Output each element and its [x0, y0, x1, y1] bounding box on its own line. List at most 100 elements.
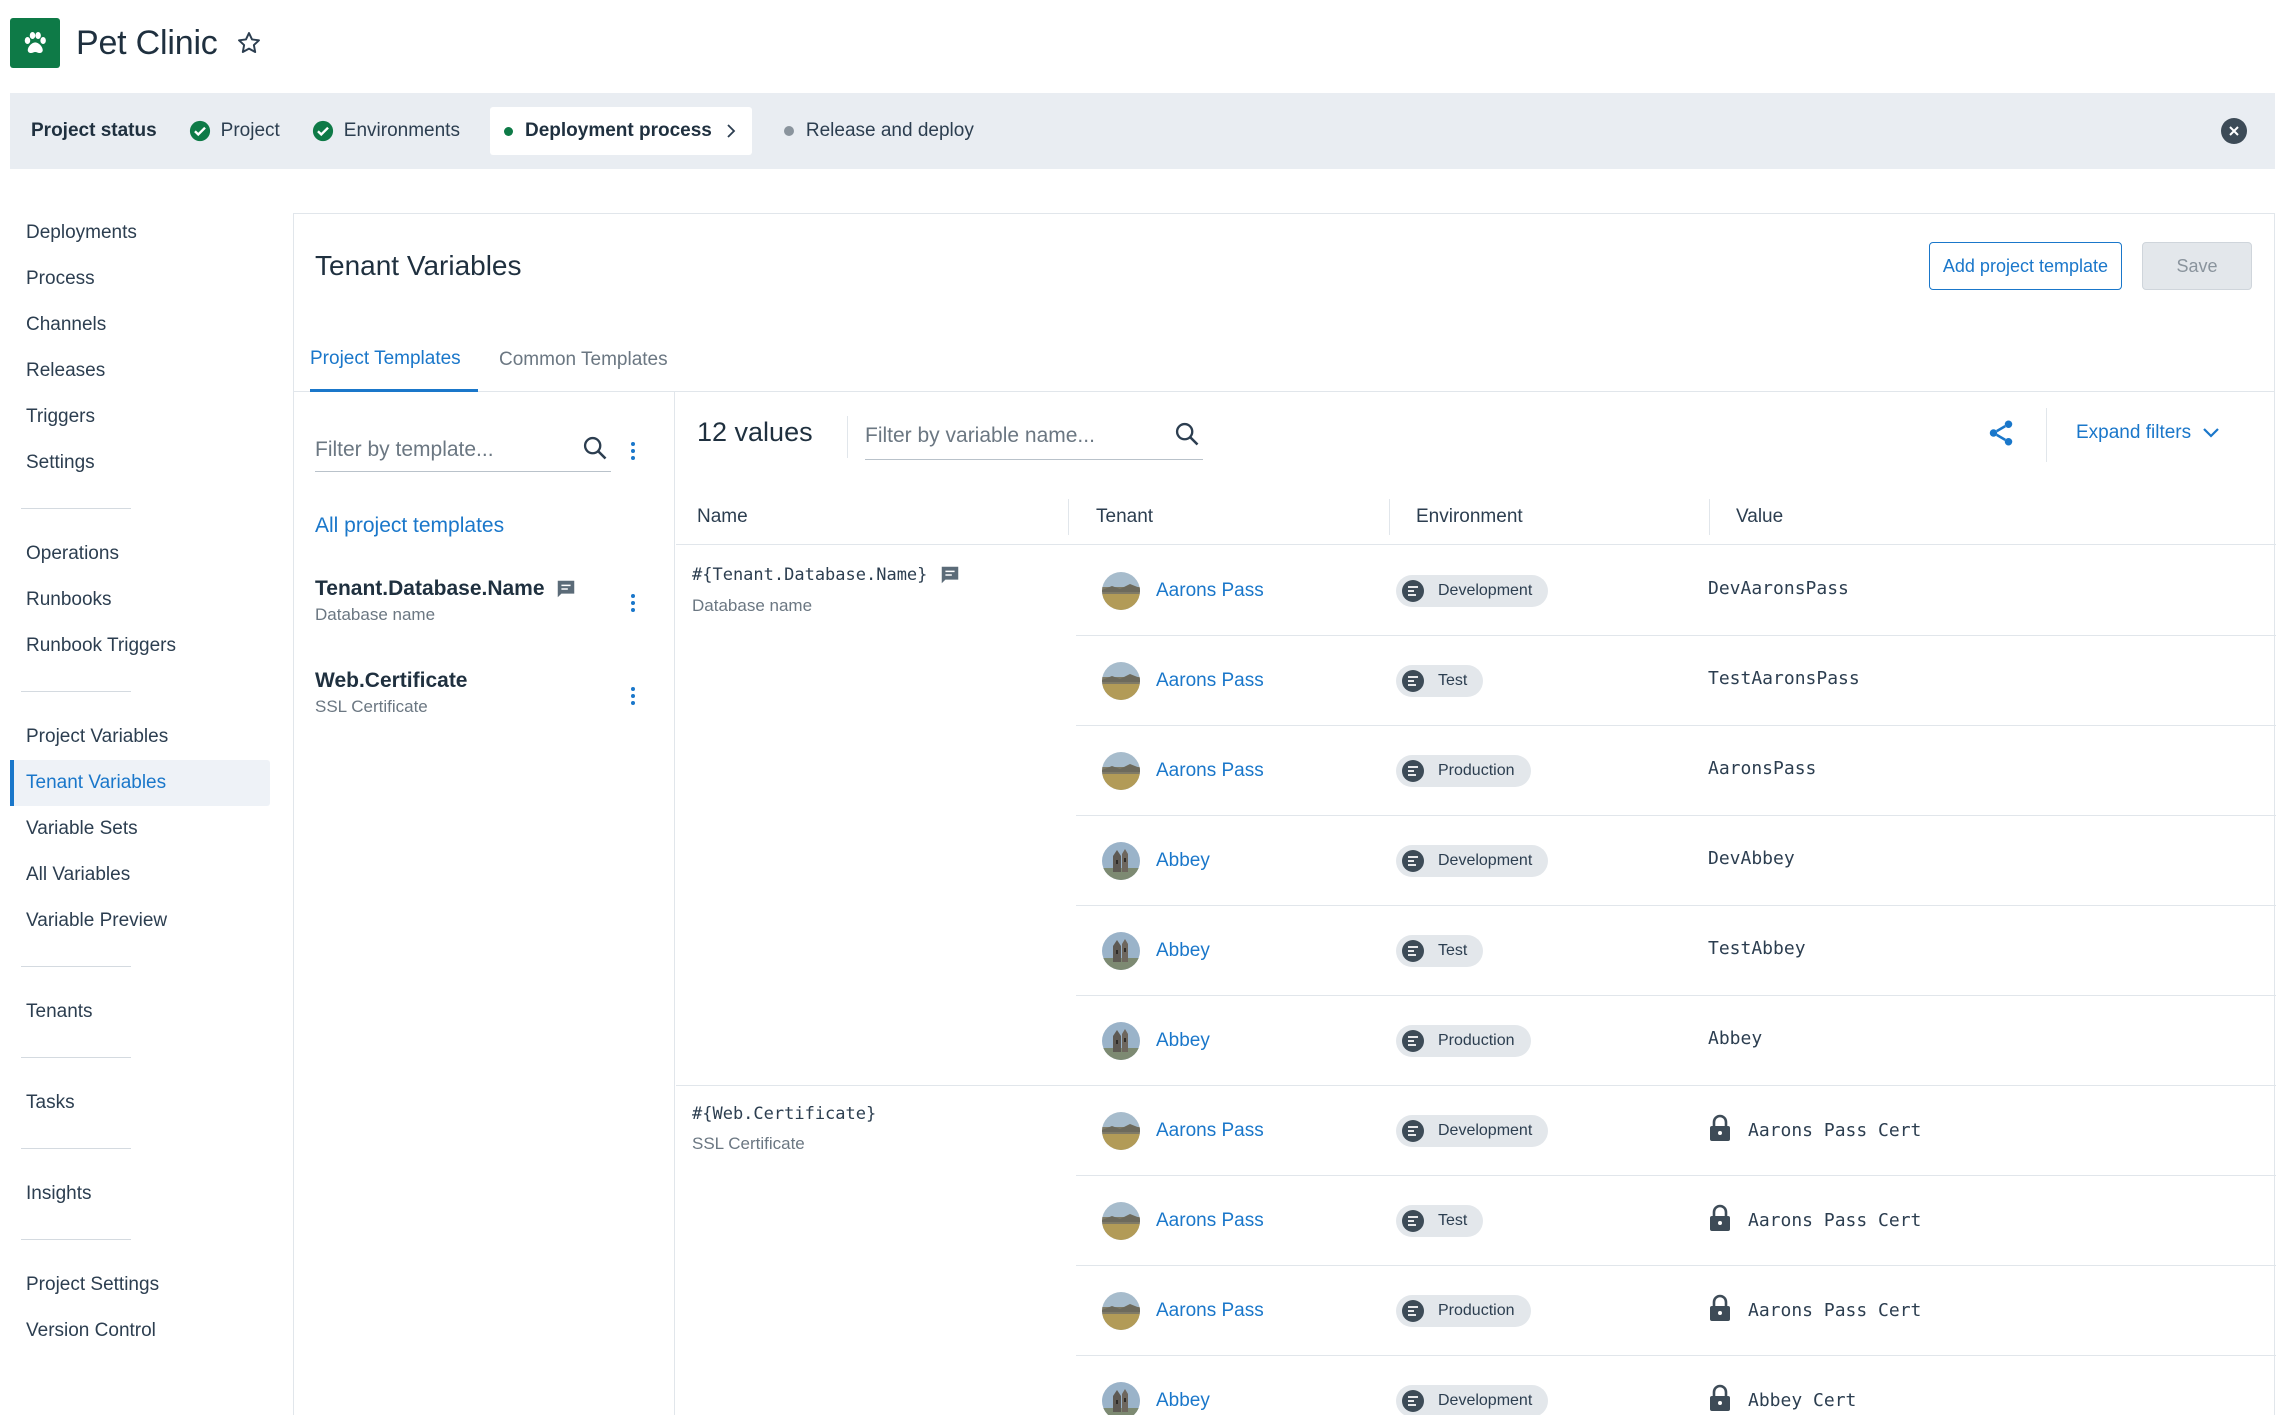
- sidebar-item-triggers[interactable]: Triggers: [10, 394, 270, 440]
- value-cell[interactable]: Aarons Pass Cert: [1708, 1114, 1922, 1142]
- divider: [21, 691, 131, 692]
- template-item-web-certificate[interactable]: Web.Certificate SSL Certificate: [315, 669, 468, 717]
- environment-name: Development: [1438, 852, 1533, 869]
- environment-name: Development: [1438, 582, 1533, 599]
- close-icon[interactable]: [2221, 118, 2247, 144]
- column-header-tenant[interactable]: Tenant: [1096, 489, 1153, 545]
- environment-chip[interactable]: Development: [1396, 575, 1549, 607]
- status-step-release-and-deploy[interactable]: Release and deploy: [783, 120, 974, 142]
- status-step-project[interactable]: Project: [189, 120, 280, 142]
- tenant-link[interactable]: Abbey: [1102, 1382, 1210, 1415]
- sidebar-item-variable-preview[interactable]: Variable Preview: [10, 898, 270, 944]
- sidebar-item-runbook-triggers[interactable]: Runbook Triggers: [10, 623, 270, 669]
- tenant-avatar: [1102, 1292, 1140, 1330]
- more-options-icon[interactable]: [627, 440, 639, 461]
- value-cell[interactable]: Abbey: [1708, 1028, 1762, 1049]
- value-cell[interactable]: DevAbbey: [1708, 848, 1795, 869]
- sidebar-item-project-settings[interactable]: Project Settings: [10, 1262, 270, 1308]
- environment-chip[interactable]: Production: [1396, 755, 1531, 787]
- column-header-value[interactable]: Value: [1736, 489, 1783, 545]
- all-project-templates-link[interactable]: All project templates: [315, 514, 504, 538]
- tenant-link[interactable]: Aarons Pass: [1102, 572, 1264, 610]
- variable-value: Aarons Pass Cert: [1748, 1119, 1922, 1141]
- divider: [21, 1148, 131, 1149]
- expand-filters-button[interactable]: Expand filters: [2076, 422, 2221, 444]
- share-icon[interactable]: [1986, 418, 2016, 453]
- sidebar-item-all-variables[interactable]: All Variables: [10, 852, 270, 898]
- tenant-link[interactable]: Abbey: [1102, 1022, 1210, 1060]
- tenant-link[interactable]: Aarons Pass: [1102, 662, 1264, 700]
- environment-chip[interactable]: Test: [1396, 935, 1484, 967]
- template-item-tenant-database-name[interactable]: Tenant.Database.Name Database name: [315, 577, 577, 625]
- tenant-avatar: [1102, 1202, 1140, 1240]
- value-cell[interactable]: TestAbbey: [1708, 938, 1806, 959]
- search-icon[interactable]: [1173, 420, 1201, 453]
- value-cell[interactable]: Aarons Pass Cert: [1708, 1204, 1921, 1232]
- save-button[interactable]: Save: [2142, 242, 2252, 290]
- sidebar-item-releases[interactable]: Releases: [10, 348, 270, 394]
- column-header-name[interactable]: Name: [697, 489, 748, 545]
- sidebar-item-channels[interactable]: Channels: [10, 302, 270, 348]
- sidebar-item-tenant-variables[interactable]: Tenant Variables: [10, 760, 270, 806]
- page-title: Pet Clinic: [76, 23, 218, 62]
- sidebar-item-operations[interactable]: Operations: [10, 531, 270, 577]
- values-count: 12 values: [697, 417, 813, 447]
- environment-chip[interactable]: Test: [1396, 665, 1484, 697]
- star-icon[interactable]: [236, 30, 262, 56]
- value-cell[interactable]: Aarons Pass Cert: [1708, 1294, 1921, 1322]
- tenant-link[interactable]: Abbey: [1102, 842, 1210, 880]
- status-step-environments[interactable]: Environments: [312, 120, 460, 142]
- divider: [1389, 499, 1390, 535]
- tenant-link[interactable]: Abbey: [1102, 932, 1210, 970]
- value-cell[interactable]: AaronsPass: [1708, 758, 1816, 779]
- sidebar-item-runbooks[interactable]: Runbooks: [10, 577, 270, 623]
- sidebar-item-tenants[interactable]: Tenants: [10, 989, 270, 1035]
- tenant-link[interactable]: Aarons Pass: [1102, 1202, 1264, 1240]
- add-project-template-button[interactable]: Add project template: [1928, 242, 2122, 290]
- environment-chip[interactable]: Production: [1396, 1295, 1531, 1327]
- sidebar-item-variable-sets[interactable]: Variable Sets: [10, 806, 270, 852]
- project-status-bar: Project status Project Environments Depl…: [10, 93, 2275, 169]
- search-icon[interactable]: [581, 434, 609, 467]
- environment-chip[interactable]: Test: [1396, 1205, 1484, 1237]
- tenant-link[interactable]: Aarons Pass: [1102, 1292, 1264, 1330]
- environment-chip[interactable]: Production: [1396, 1025, 1531, 1057]
- chevron-down-icon: [2201, 426, 2221, 440]
- template-filter-input[interactable]: [315, 430, 565, 470]
- tenant-name: Abbey: [1156, 850, 1210, 871]
- column-header-environment[interactable]: Environment: [1416, 489, 1523, 545]
- variable-filter-input[interactable]: [865, 414, 1145, 458]
- table-row: Aarons Pass Test Aarons Pass Cert: [1076, 1176, 2276, 1266]
- table-row: Abbey Development DevAbbey: [1076, 816, 2276, 906]
- environment-chip[interactable]: Development: [1396, 845, 1549, 877]
- more-options-icon[interactable]: [627, 685, 639, 706]
- variable-value: AaronsPass: [1708, 758, 1817, 779]
- tab-common-templates[interactable]: Common Templates: [499, 328, 668, 392]
- sidebar-item-project-variables[interactable]: Project Variables: [10, 714, 270, 760]
- variable-value: Abbey: [1708, 1028, 1763, 1049]
- tab-project-templates[interactable]: Project Templates: [310, 328, 478, 392]
- value-cell[interactable]: TestAaronsPass: [1708, 668, 1860, 689]
- sidebar-item-version-control[interactable]: Version Control: [10, 1308, 270, 1354]
- tenant-avatar: [1102, 1022, 1140, 1060]
- comment-icon: [555, 578, 577, 600]
- status-step-deployment-process[interactable]: Deployment process: [489, 107, 752, 155]
- sidebar-item-process[interactable]: Process: [10, 256, 270, 302]
- tenant-link[interactable]: Aarons Pass: [1102, 752, 1264, 790]
- paw-icon[interactable]: [10, 18, 60, 68]
- more-options-icon[interactable]: [627, 592, 639, 613]
- sidebar-item-deployments[interactable]: Deployments: [10, 210, 270, 256]
- environment-chip[interactable]: Development: [1396, 1385, 1549, 1415]
- tenant-link[interactable]: Aarons Pass: [1102, 1112, 1264, 1150]
- variable-value: TestAbbey: [1708, 938, 1806, 959]
- sidebar-item-tasks[interactable]: Tasks: [10, 1080, 270, 1126]
- value-cell[interactable]: DevAaronsPass: [1708, 578, 1849, 599]
- divider: [2046, 408, 2047, 462]
- value-cell[interactable]: Abbey Cert: [1708, 1384, 1856, 1412]
- environment-name: Development: [1438, 1122, 1533, 1139]
- tenant-name: Aarons Pass: [1156, 580, 1264, 601]
- sidebar-item-insights[interactable]: Insights: [10, 1171, 270, 1217]
- status-step-label: Deployment process: [524, 120, 712, 141]
- environment-chip[interactable]: Development: [1396, 1115, 1549, 1147]
- sidebar-item-settings[interactable]: Settings: [10, 440, 270, 486]
